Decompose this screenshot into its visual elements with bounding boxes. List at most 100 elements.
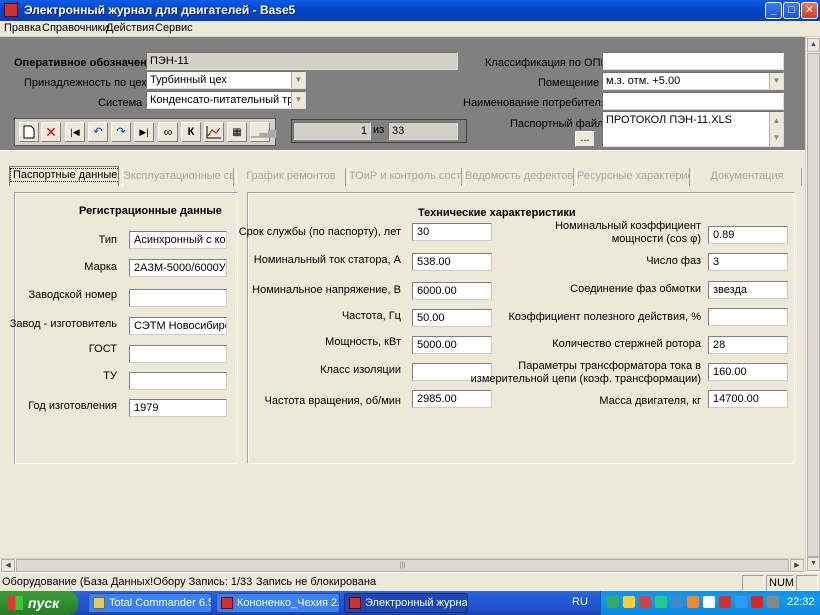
- menu-service[interactable]: Сервис: [155, 22, 193, 34]
- k-button[interactable]: К: [181, 122, 201, 142]
- stats-button[interactable]: ▁▃▅: [250, 122, 276, 142]
- stator-current-label: Номинальный ток статора, А: [253, 254, 401, 266]
- opb-field[interactable]: [602, 52, 784, 70]
- motor-mass-field[interactable]: 14700.00: [708, 390, 788, 408]
- rotation-speed-label: Частота вращения, об/мин: [264, 395, 402, 407]
- brand-field[interactable]: 2АЗМ-5000/6000УХЛ: [129, 259, 227, 277]
- power-label: Мощность, кВт: [325, 336, 401, 348]
- technical-panel: Технические характеристики Срок службы (…: [239, 192, 795, 464]
- rotation-speed-field[interactable]: 2985.00: [412, 390, 492, 408]
- horizontal-scrollbar[interactable]: ◀ ||| ▶: [0, 558, 805, 572]
- vertical-scrollbar[interactable]: ▲ ▼: [805, 37, 820, 572]
- tray-icon[interactable]: [655, 596, 667, 608]
- voltage-field[interactable]: 6000.00: [412, 282, 492, 300]
- task-total-commander[interactable]: Total Commander 6.5...: [88, 593, 212, 613]
- current-record-field[interactable]: 1: [293, 122, 371, 140]
- delete-record-button[interactable]: ✕: [41, 122, 61, 142]
- search-button[interactable]: ∞: [158, 122, 178, 142]
- scroll-left-icon[interactable]: ◀: [1, 559, 15, 572]
- tab-operational[interactable]: Эксплуатационные свед: [122, 168, 234, 186]
- passport-file-field[interactable]: ПРОТОКОЛ ПЭН-11.XLS ▲ ▼: [602, 111, 784, 147]
- status-num: NUM: [766, 575, 794, 591]
- task-journal[interactable]: Электронный журна...: [344, 593, 468, 613]
- tab-resources[interactable]: Ресурсные характерист: [576, 168, 690, 186]
- system-tray: 22:32: [600, 591, 820, 615]
- report-button[interactable]: ▦: [227, 122, 247, 142]
- minimize-button[interactable]: _: [765, 2, 782, 19]
- tray-icon[interactable]: [751, 596, 763, 608]
- tray-icon[interactable]: [607, 596, 619, 608]
- task-label: Электронный журна...: [365, 597, 468, 609]
- frequency-field[interactable]: 50.00: [412, 309, 492, 327]
- operative-field[interactable]: ПЭН-11: [146, 52, 458, 70]
- scroll-thumb[interactable]: [807, 53, 820, 557]
- phases-field[interactable]: 3: [708, 253, 788, 271]
- last-record-button[interactable]: ▶|: [134, 122, 154, 142]
- power-field[interactable]: 5000.00: [412, 336, 492, 354]
- separator-bar: [0, 150, 805, 165]
- tray-icon[interactable]: [735, 596, 747, 608]
- scroll-up-icon[interactable]: ▲: [807, 38, 820, 52]
- ct-params-field[interactable]: 160.00: [708, 363, 788, 381]
- scroll-right-icon[interactable]: ▶: [790, 559, 804, 572]
- first-record-button[interactable]: |◀: [65, 122, 85, 142]
- tray-icon[interactable]: [767, 596, 779, 608]
- service-life-field[interactable]: 30: [412, 223, 492, 241]
- chart-button[interactable]: [204, 122, 224, 142]
- menu-references[interactable]: Справочники: [42, 22, 109, 34]
- tab-defects[interactable]: Ведомость дефектов: [464, 168, 574, 186]
- maximize-button[interactable]: □: [783, 2, 800, 19]
- scroll-down-icon[interactable]: ▼: [807, 557, 820, 571]
- power-factor-field[interactable]: 0.89: [708, 226, 788, 244]
- new-record-button[interactable]: [19, 122, 39, 142]
- tray-icon[interactable]: [639, 596, 651, 608]
- room-combo[interactable]: м.з. отм. +5.00 ▼: [602, 72, 784, 90]
- chevron-down-icon[interactable]: ▼: [291, 92, 305, 108]
- opb-label: Классификация по ОПБ: [485, 57, 608, 69]
- title-bar: Электронный журнал для двигателей - Base…: [0, 0, 820, 21]
- last-icon: ▶|: [139, 127, 149, 137]
- report-icon: ▦: [232, 127, 242, 138]
- language-indicator[interactable]: RU: [572, 596, 588, 608]
- type-field[interactable]: Асинхронный с коро: [129, 231, 227, 249]
- rotor-bars-field[interactable]: 28: [708, 336, 788, 354]
- stator-current-field[interactable]: 538.00: [412, 253, 492, 271]
- rotor-bars-label: Количество стержней ротора: [552, 338, 701, 350]
- manufacturer-field[interactable]: СЭТМ Новосибирск: [129, 317, 227, 335]
- undo-button[interactable]: ↶: [88, 122, 108, 142]
- system-combo[interactable]: Конденсато-питательный трак ▼: [146, 91, 306, 109]
- scroll-thumb[interactable]: |||: [16, 559, 789, 572]
- redo-button[interactable]: ↷: [111, 122, 131, 142]
- tray-icon[interactable]: [703, 596, 715, 608]
- consumer-field[interactable]: [602, 92, 784, 110]
- tray-icon[interactable]: [687, 596, 699, 608]
- browse-file-button[interactable]: ...: [575, 131, 595, 147]
- scroll-down-icon[interactable]: ▼: [769, 129, 783, 146]
- efficiency-field[interactable]: [708, 308, 788, 326]
- menu-edit[interactable]: Правка: [4, 22, 41, 34]
- tab-repair-schedule[interactable]: График ремонтов: [236, 168, 346, 186]
- tray-icon[interactable]: [623, 596, 635, 608]
- shop-value: Турбинный цех: [150, 74, 227, 86]
- tray-icon[interactable]: [671, 596, 683, 608]
- gost-field[interactable]: [129, 345, 227, 363]
- tu-field[interactable]: [129, 372, 227, 390]
- shop-combo[interactable]: Турбинный цех ▼: [146, 71, 306, 89]
- winding-connection-label: Соединение фаз обмотки: [570, 283, 701, 295]
- close-button[interactable]: ✕: [801, 2, 818, 19]
- chevron-down-icon[interactable]: ▼: [769, 73, 783, 89]
- scroll-up-icon[interactable]: ▲: [769, 112, 783, 129]
- start-button[interactable]: пуск: [0, 591, 78, 615]
- serial-field[interactable]: [129, 289, 227, 307]
- tab-passport[interactable]: Паспортные данные: [9, 166, 119, 186]
- winding-connection-field[interactable]: звезда: [708, 281, 788, 299]
- year-field[interactable]: 1979: [129, 399, 227, 417]
- task-document[interactable]: Кононенко_Чехия 2...: [216, 593, 340, 613]
- tab-maintenance[interactable]: ТОиР и контроль состоя: [348, 168, 462, 186]
- menu-actions[interactable]: Действия: [106, 22, 154, 34]
- chevron-down-icon[interactable]: ▼: [291, 72, 305, 88]
- tray-icon[interactable]: [719, 596, 731, 608]
- status-caps: [742, 575, 764, 591]
- power-factor-label-2: мощности (cos φ): [611, 233, 701, 245]
- tab-documentation[interactable]: Документация: [692, 168, 802, 186]
